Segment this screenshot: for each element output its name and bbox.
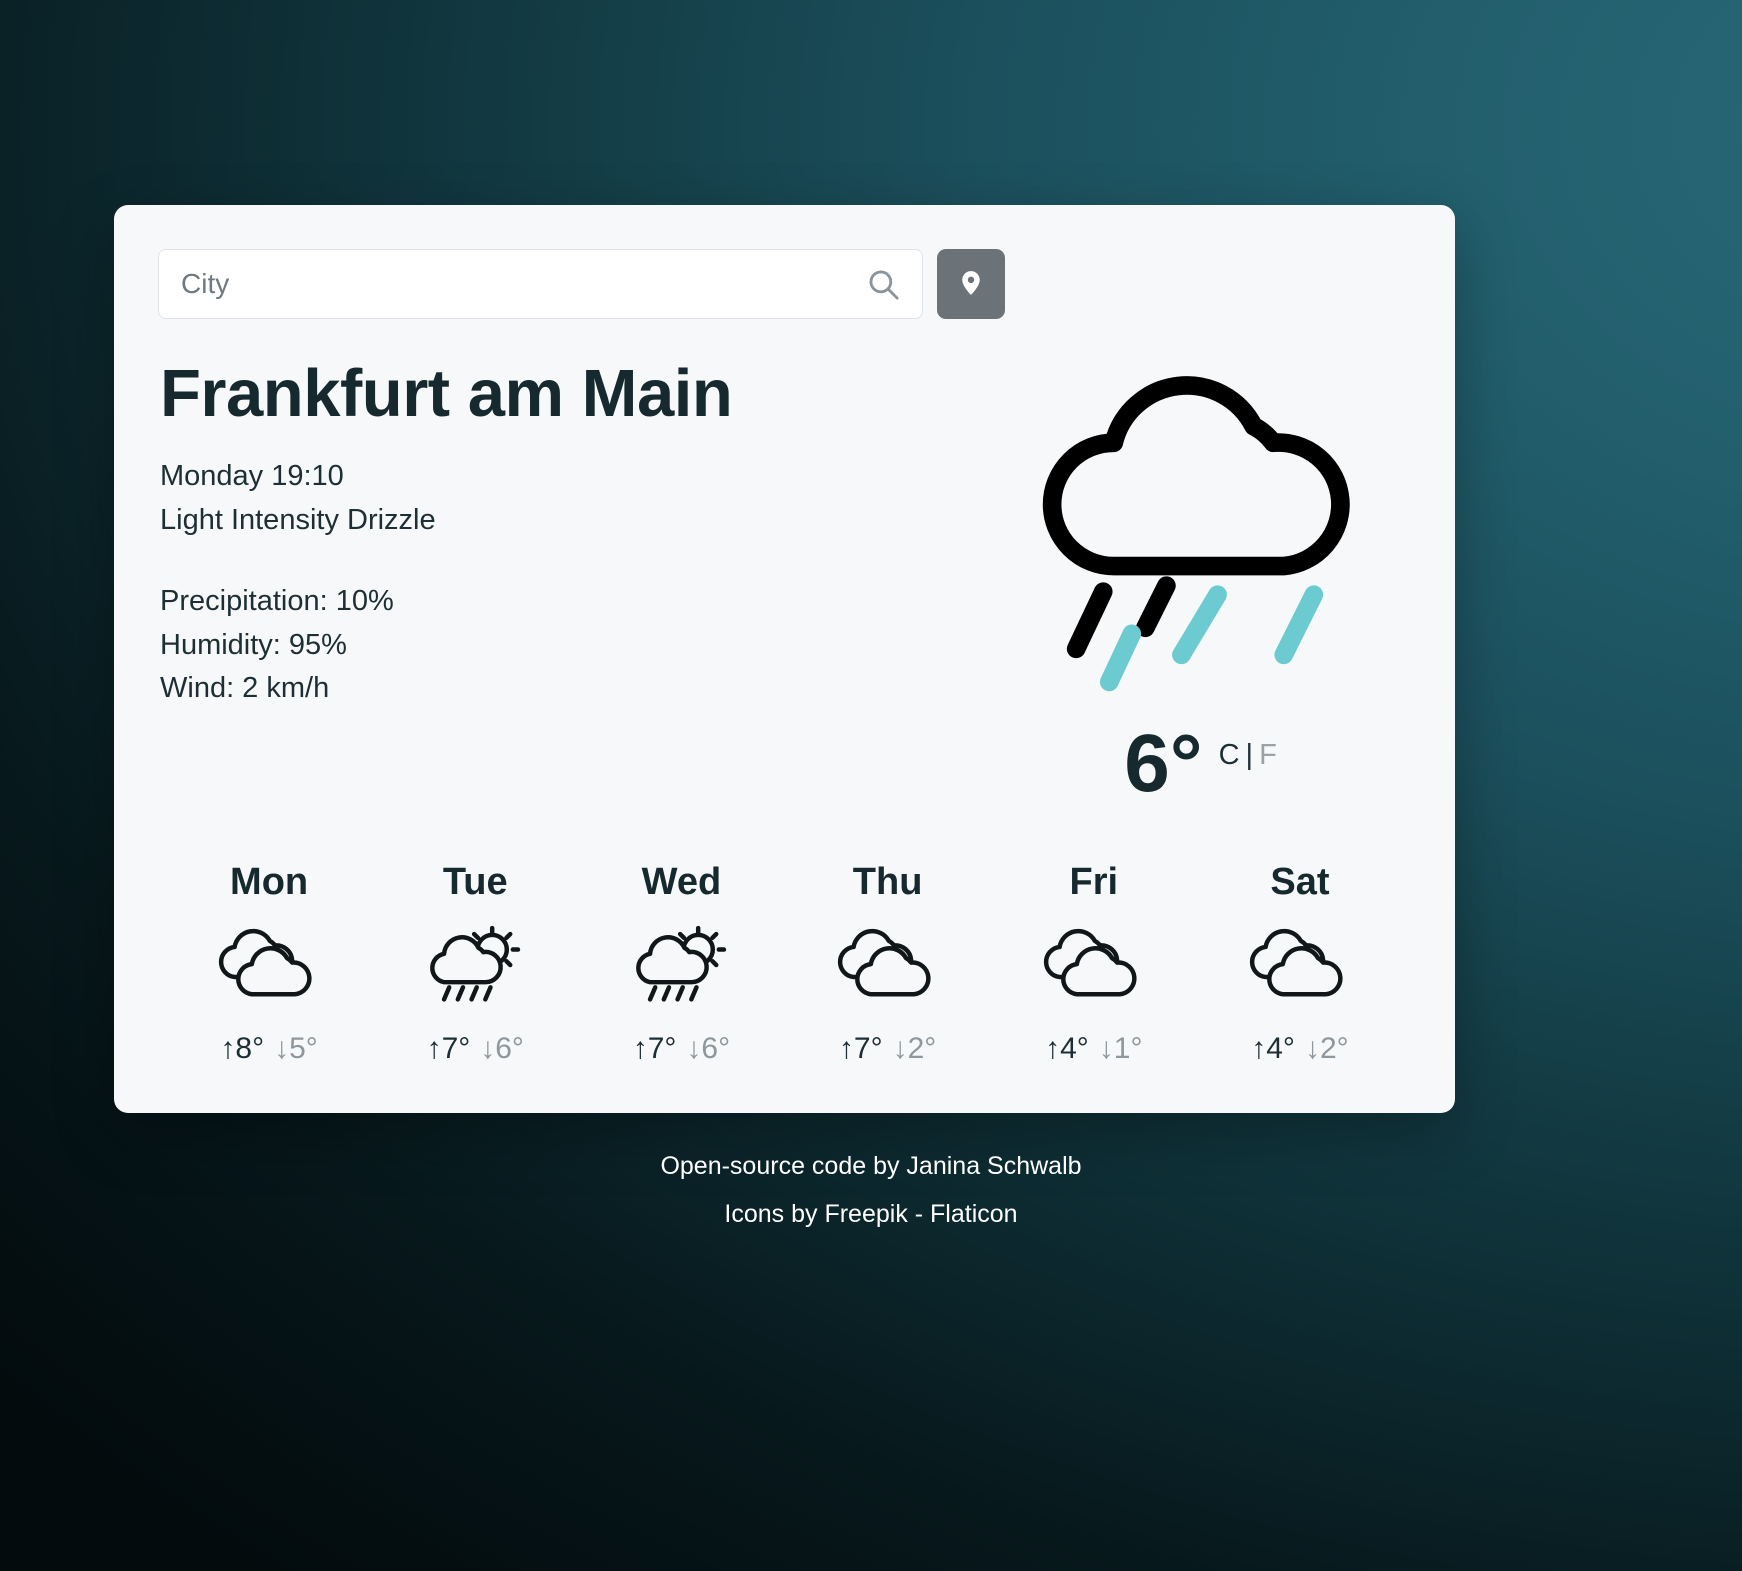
humidity-value: Humidity: 95% [160,628,347,661]
forecast-day-wed: Wed ↑7° ↓6° [578,861,784,1066]
current-conditions: Frankfurt am Main Monday 19:10 Light Int… [158,356,1411,809]
precipitation-value: Precipitation: 10% [160,585,394,618]
day-temps: ↑7° ↓6° [427,1032,524,1066]
current-datetime: Monday 19:10 [160,460,344,493]
search-row [158,249,1411,319]
day-max-temp: ↑7° [632,1031,677,1065]
forecast-day-tue: Tue ↑7° ↓6° [372,861,578,1066]
day-min-temp: ↓2° [892,1031,937,1065]
sun-cloud-rain-icon [420,922,530,1008]
day-temps: ↑8° ↓5° [220,1032,317,1066]
cloudy-icon [1039,922,1149,1008]
day-name: Wed [641,860,722,903]
day-min-temp: ↓2° [1304,1031,1349,1065]
search-box[interactable] [158,249,923,319]
day-temps: ↑7° ↓2° [839,1032,936,1066]
day-name: Fri [1069,860,1119,903]
day-temps: ↑7° ↓6° [633,1032,730,1066]
footer-credit-code: Open-source code by Janina Schwalb [660,1152,1082,1180]
day-name: Thu [852,860,923,903]
current-location-button[interactable] [937,249,1005,319]
forecast-day-thu: Thu ↑7° ↓2° [785,861,991,1066]
day-temps: ↑4° ↓2° [1251,1032,1348,1066]
cloudy-icon [1245,922,1355,1008]
forecast-day-sat: Sat ↑4° ↓2° [1197,861,1403,1066]
unit-toggle[interactable]: C | F [1219,739,1278,772]
day-name: Mon [230,860,309,903]
cloudy-icon [214,922,324,1008]
unit-fahrenheit[interactable]: F [1259,739,1278,771]
day-min-temp: ↓5° [274,1031,318,1065]
city-name: Frankfurt am Main [160,356,733,431]
day-name: Sat [1270,860,1330,903]
sun-cloud-rain-icon [626,922,736,1008]
current-stats: Precipitation: 10% Humidity: 95% Wind: 2… [160,580,732,711]
forecast-day-mon: Mon ↑8° ↓5° [166,861,372,1066]
search-input[interactable] [181,268,866,300]
temperature-row: 6° C | F [1124,718,1278,809]
day-max-temp: ↑8° [220,1031,265,1065]
forecast-row: Mon ↑8° ↓5° Tue ↑7° ↓6° Wed ↑7° ↓6° Thu … [158,861,1411,1066]
temperature-value: 6° [1124,718,1203,809]
day-min-temp: ↓6° [686,1031,731,1065]
map-pin-icon [956,268,986,301]
unit-celsius[interactable]: C [1219,739,1241,771]
footer: Open-source code by Janina Schwalb Icons… [0,1145,1742,1241]
cloudy-icon [833,922,943,1008]
day-temps: ↑4° ↓1° [1045,1032,1142,1066]
current-summary: 6° C | F [981,359,1411,809]
current-description: Light Intensity Drizzle [160,503,436,536]
search-icon[interactable] [866,267,900,301]
weather-card: Frankfurt am Main Monday 19:10 Light Int… [114,205,1455,1113]
day-max-temp: ↑7° [426,1031,471,1065]
day-name: Tue [442,860,508,903]
cloud-with-rain-icon [1019,369,1374,699]
day-max-temp: ↑7° [838,1031,883,1065]
day-max-temp: ↑4° [1251,1031,1295,1065]
current-meta: Monday 19:10 Light Intensity Drizzle [160,455,732,542]
forecast-day-fri: Fri ↑4° ↓1° [991,861,1197,1066]
day-min-temp: ↓1° [1098,1031,1143,1065]
unit-separator: | [1245,739,1255,771]
current-details: Frankfurt am Main Monday 19:10 Light Int… [158,356,733,803]
day-max-temp: ↑4° [1045,1031,1089,1065]
footer-credit-icons: Icons by Freepik - Flaticon [724,1199,1018,1228]
day-min-temp: ↓6° [480,1031,524,1065]
wind-value: Wind: 2 km/h [160,672,330,705]
